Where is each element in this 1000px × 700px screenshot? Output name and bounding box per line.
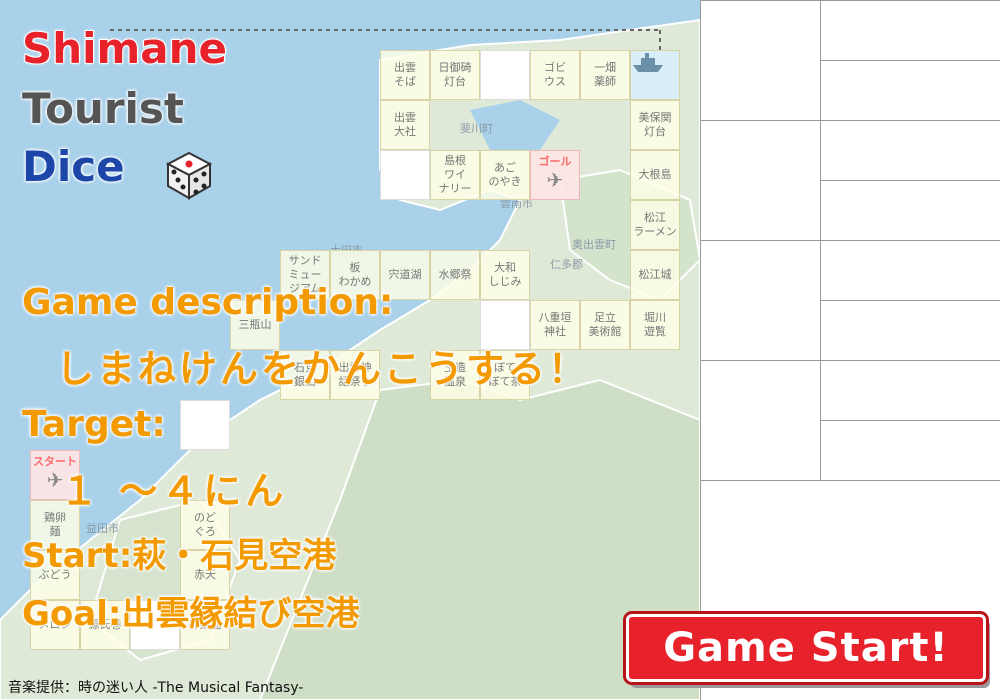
space-blank	[380, 150, 430, 200]
music-credit: 音楽提供：時の迷い人 -The Musical Fantasy-	[8, 680, 304, 696]
panel-divider	[820, 420, 1000, 421]
target-label: Target:	[22, 404, 166, 445]
panel-divider	[820, 300, 1000, 301]
panel-divider	[700, 0, 1000, 1]
player-score-panel	[700, 0, 1000, 700]
game-start-button[interactable]: Game Start!	[626, 614, 986, 682]
space-hinomisaki: 日御碕 灯台	[430, 50, 480, 100]
map-label-hikawa: 斐川町	[460, 122, 493, 135]
space-blank	[480, 50, 530, 100]
dice-icon	[165, 151, 213, 200]
airplane-icon: ✈	[546, 168, 564, 192]
map-label-nita: 仁多郡	[550, 258, 583, 271]
space-ichibata: 一畑 薬師	[580, 50, 630, 100]
space-matsue-ramen: 松江 ラーメン	[630, 200, 680, 250]
space-daikonshima: 大根島	[630, 150, 680, 200]
space-gobiusu: ゴビ ウス	[530, 50, 580, 100]
description-text: しまねけんをかんこうする！	[56, 347, 590, 391]
panel-divider	[700, 480, 1000, 481]
goal-value-text: 出雲縁結び空港	[121, 594, 360, 634]
goal-label-text: Goal:	[22, 594, 122, 634]
panel-divider	[700, 0, 701, 700]
start-label-text: Start:	[22, 536, 133, 576]
title-line-2: Tourist	[22, 84, 185, 133]
space-mihonoseki: 美保関 灯台	[630, 100, 680, 150]
space-shimane-winery: 島根 ワイ ナリー	[430, 150, 480, 200]
goal-info: Goal:出雲縁結び空港	[22, 586, 359, 635]
ship-space	[630, 50, 680, 100]
panel-divider	[820, 180, 1000, 181]
panel-divider	[700, 360, 1000, 361]
space-blank	[180, 400, 230, 450]
space-ago-noyaki: あご のやき	[480, 150, 530, 200]
panel-divider	[700, 120, 1000, 121]
space-suigosai: 水郷祭	[430, 250, 480, 300]
start-value-text: 萩・石見空港	[132, 536, 337, 576]
target-value: １ ～４にん	[60, 469, 288, 513]
panel-divider	[700, 240, 1000, 241]
space-yamato-shijimi: 大和 しじみ	[480, 250, 530, 300]
title-line-1: Shimane	[21, 23, 228, 74]
start-info: Start:萩・石見空港	[22, 528, 336, 577]
description-label: Game description:	[22, 282, 394, 323]
map-label-okuizumo: 奥出雲町	[572, 238, 616, 251]
space-izumo-taisha: 出雲 大社	[380, 100, 430, 150]
ship-icon	[633, 53, 663, 72]
goal-space: ゴール ✈	[530, 150, 580, 200]
space-izumo-soba: 出雲 そば	[380, 50, 430, 100]
title-line-3: Dice	[22, 142, 125, 191]
space-horikawa: 堀川 遊覧	[630, 300, 680, 350]
space-matsue-castle: 松江城	[630, 250, 680, 300]
panel-divider	[820, 60, 1000, 61]
goal-label: ゴール	[538, 155, 572, 168]
